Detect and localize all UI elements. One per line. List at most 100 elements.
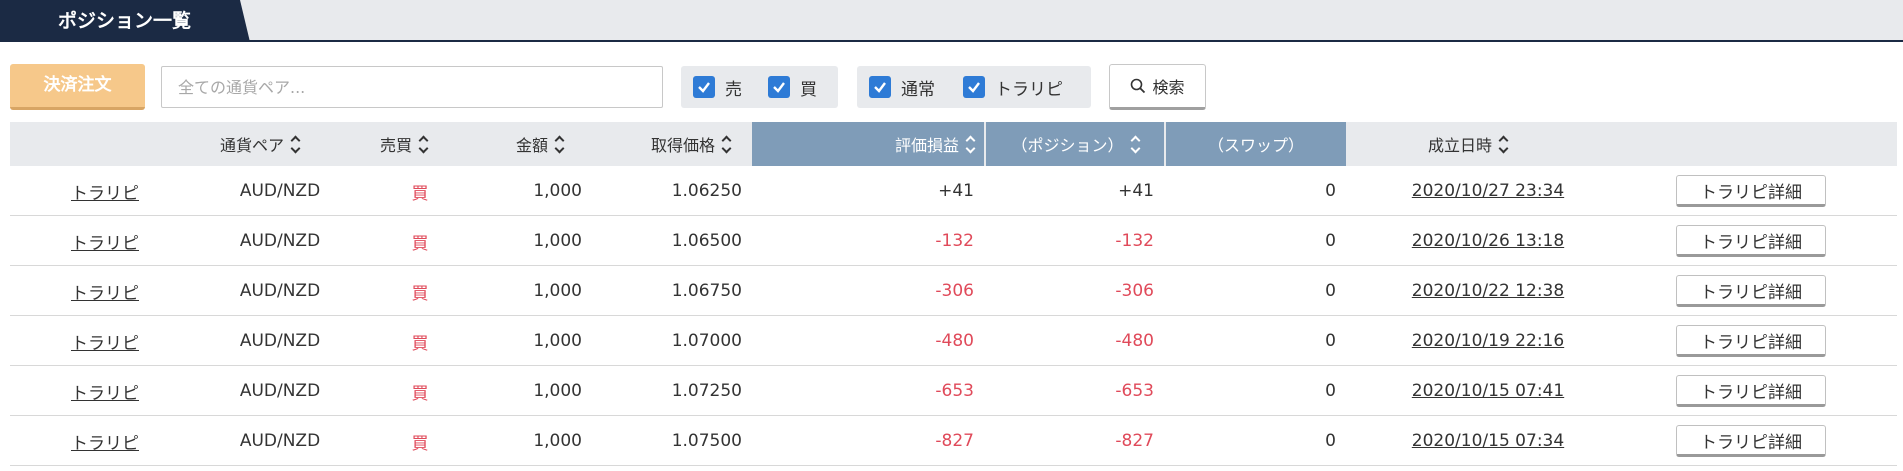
- row-type-link-text[interactable]: トラリピ: [71, 179, 139, 204]
- row-type-link[interactable]: トラリピ: [10, 166, 200, 216]
- sort-icon: [965, 135, 976, 153]
- row-price-text: 1.06250: [671, 181, 742, 201]
- row-position-text: -306: [1115, 281, 1154, 301]
- row-pair: AUD/NZD: [200, 366, 360, 416]
- row-pl: -480: [742, 316, 974, 366]
- row-amount-text: 1,000: [533, 231, 582, 251]
- row-side-text: 買: [411, 233, 429, 254]
- table-row[interactable]: トラリピ AUD/NZD 買 1,000 1.07250 -653 -653 0 2020/10…: [10, 366, 1897, 416]
- row-pl: +41: [742, 166, 974, 216]
- row-date-link[interactable]: 2020/10/15 07:41: [1370, 366, 1606, 416]
- col-header-amount[interactable]: 金額: [516, 122, 596, 166]
- row-type-link-text[interactable]: トラリピ: [71, 229, 139, 254]
- currency-pair-input[interactable]: [161, 66, 663, 108]
- row-side: 買: [360, 216, 480, 266]
- row-date-link[interactable]: 2020/10/19 22:16: [1370, 316, 1606, 366]
- row-amount: 1,000: [480, 266, 582, 316]
- row-date-link-text[interactable]: 2020/10/27 23:34: [1412, 181, 1564, 201]
- row-type-link-text[interactable]: トラリピ: [71, 379, 139, 404]
- trarepi-detail-button[interactable]: トラリピ詳細: [1676, 325, 1826, 357]
- trarepi-checkbox[interactable]: トラリピ: [963, 66, 1063, 108]
- row-swap-text: 0: [1325, 331, 1336, 351]
- row-date-link-text[interactable]: 2020/10/22 12:38: [1412, 281, 1564, 301]
- row-date-link[interactable]: 2020/10/26 13:18: [1370, 216, 1606, 266]
- row-pair-text: AUD/NZD: [239, 381, 321, 401]
- col-header-date-label: 成立日時: [1428, 136, 1493, 155]
- row-type-link-text[interactable]: トラリピ: [71, 329, 139, 354]
- row-date-link[interactable]: 2020/10/15 07:34: [1370, 416, 1606, 466]
- row-pl-text: +41: [938, 181, 974, 201]
- table-row[interactable]: トラリピ AUD/NZD 買 1,000 1.06500 -132 -132 0 2020/10…: [10, 216, 1897, 266]
- row-type-link[interactable]: トラリピ: [10, 316, 200, 366]
- table-row[interactable]: トラリピ AUD/NZD 買 1,000 1.07000 -480 -480 0 2020/10…: [10, 316, 1897, 366]
- row-position-text: +41: [1118, 181, 1154, 201]
- tab-position-list[interactable]: ポジション一覧: [0, 0, 250, 42]
- trarepi-detail-button[interactable]: トラリピ詳細: [1676, 375, 1826, 407]
- check-icon: [768, 76, 790, 98]
- row-pair-text: AUD/NZD: [239, 331, 321, 351]
- row-price-text: 1.06750: [671, 281, 742, 301]
- row-detail-cell: トラリピ詳細: [1606, 416, 1896, 466]
- row-pl-text: -132: [935, 231, 974, 251]
- row-price: 1.07000: [582, 316, 742, 366]
- settle-order-button[interactable]: 決済注文: [10, 64, 145, 110]
- sort-icon: [418, 135, 429, 153]
- row-side: 買: [360, 266, 480, 316]
- col-header-position[interactable]: （ポジション）: [986, 122, 1164, 166]
- table-row[interactable]: トラリピ AUD/NZD 買 1,000 1.06750 -306 -306 0 2020/10…: [10, 266, 1897, 316]
- row-amount-text: 1,000: [533, 431, 582, 451]
- row-price: 1.06250: [582, 166, 742, 216]
- trarepi-detail-button[interactable]: トラリピ詳細: [1676, 275, 1826, 307]
- row-pair: AUD/NZD: [200, 216, 360, 266]
- row-type-link-text[interactable]: トラリピ: [71, 279, 139, 304]
- row-date-link-text[interactable]: 2020/10/19 22:16: [1412, 331, 1564, 351]
- row-pl-text: -827: [935, 431, 974, 451]
- table-row[interactable]: トラリピ AUD/NZD 買 1,000 1.07500 -827 -827 0 2020/10…: [10, 416, 1897, 466]
- col-header-pl[interactable]: 評価損益: [752, 122, 984, 166]
- toolbar: 決済注文 売 買 通常 トラリピ: [0, 64, 1903, 110]
- row-pl-text: -306: [935, 281, 974, 301]
- col-header-date[interactable]: 成立日時: [1428, 122, 1548, 166]
- row-amount-text: 1,000: [533, 331, 582, 351]
- table-row[interactable]: トラリピ AUD/NZD 買 1,000 1.06250 +41 +41 0 2020/10/2…: [10, 166, 1897, 216]
- row-amount: 1,000: [480, 416, 582, 466]
- row-position: -306: [974, 266, 1154, 316]
- col-header-position-label: （ポジション）: [1011, 136, 1124, 155]
- search-button[interactable]: 検索: [1109, 64, 1206, 110]
- row-date-link[interactable]: 2020/10/22 12:38: [1370, 266, 1606, 316]
- table-body: トラリピ AUD/NZD 買 1,000 1.06250 +41 +41 0 2020/10/2…: [10, 166, 1897, 466]
- trarepi-detail-button[interactable]: トラリピ詳細: [1676, 175, 1826, 207]
- tab-bar: ポジション一覧: [0, 0, 1903, 42]
- col-header-price[interactable]: 取得価格: [651, 122, 761, 166]
- row-swap: 0: [1154, 416, 1336, 466]
- row-date-link-text[interactable]: 2020/10/15 07:41: [1412, 381, 1564, 401]
- side-filter-group: 売 買: [681, 66, 838, 108]
- check-icon: [963, 76, 985, 98]
- col-header-pair[interactable]: 通貨ペア: [220, 122, 340, 166]
- buy-checkbox[interactable]: 買: [768, 66, 817, 108]
- normal-checkbox-label: 通常: [901, 79, 935, 100]
- row-date-link-text[interactable]: 2020/10/15 07:34: [1412, 431, 1564, 451]
- row-type-link[interactable]: トラリピ: [10, 416, 200, 466]
- row-type-link[interactable]: トラリピ: [10, 216, 200, 266]
- row-price: 1.07500: [582, 416, 742, 466]
- row-type-link[interactable]: トラリピ: [10, 266, 200, 316]
- row-side-text: 買: [411, 183, 429, 204]
- row-pair: AUD/NZD: [200, 266, 360, 316]
- trarepi-detail-button[interactable]: トラリピ詳細: [1676, 425, 1826, 457]
- row-date-link[interactable]: 2020/10/27 23:34: [1370, 166, 1606, 216]
- row-type-link-text[interactable]: トラリピ: [71, 429, 139, 454]
- row-pl-text: -653: [935, 381, 974, 401]
- row-amount-text: 1,000: [533, 381, 582, 401]
- row-side: 買: [360, 366, 480, 416]
- col-header-swap: （スワップ）: [1166, 122, 1346, 166]
- normal-checkbox[interactable]: 通常: [869, 66, 935, 108]
- trarepi-detail-button[interactable]: トラリピ詳細: [1676, 225, 1826, 257]
- row-date-link-text[interactable]: 2020/10/26 13:18: [1412, 231, 1564, 251]
- col-header-side[interactable]: 売買: [380, 122, 460, 166]
- row-type-link[interactable]: トラリピ: [10, 366, 200, 416]
- row-pl: -306: [742, 266, 974, 316]
- sort-icon: [290, 135, 301, 153]
- sell-checkbox[interactable]: 売: [693, 66, 742, 108]
- trarepi-checkbox-label: トラリピ: [995, 79, 1063, 100]
